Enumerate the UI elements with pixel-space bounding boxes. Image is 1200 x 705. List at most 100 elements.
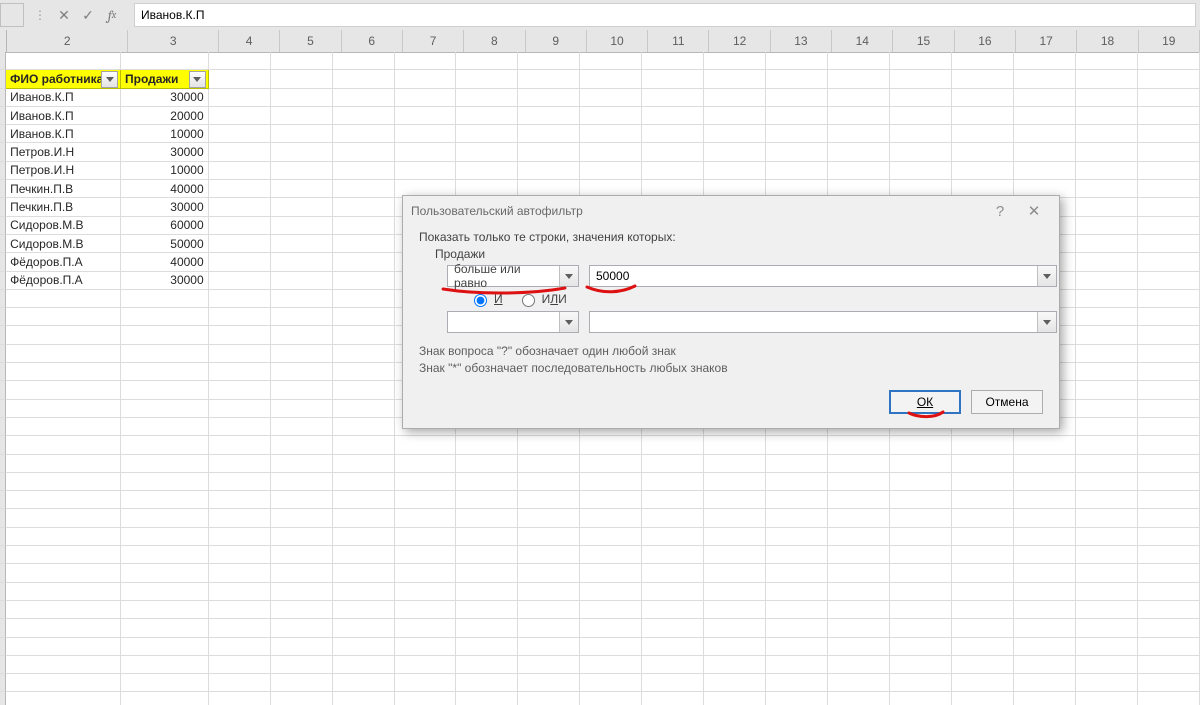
cell[interactable] — [766, 619, 828, 637]
cell[interactable] — [766, 89, 828, 107]
cell[interactable] — [952, 455, 1014, 473]
cell[interactable] — [333, 180, 395, 198]
cell[interactable] — [580, 692, 642, 705]
cell[interactable] — [828, 509, 890, 527]
cell[interactable] — [209, 363, 271, 381]
cell[interactable] — [333, 381, 395, 399]
cell[interactable] — [456, 52, 518, 70]
cell[interactable] — [518, 546, 580, 564]
cell[interactable] — [1014, 509, 1076, 527]
cell[interactable] — [1014, 125, 1076, 143]
cancel-button[interactable]: Отмена — [971, 390, 1043, 414]
cell[interactable] — [333, 564, 395, 582]
cell[interactable] — [209, 601, 271, 619]
cell[interactable] — [1076, 509, 1138, 527]
cell[interactable] — [952, 107, 1014, 125]
cell[interactable] — [6, 674, 121, 692]
cell[interactable] — [642, 436, 704, 454]
cell[interactable] — [209, 400, 271, 418]
cell[interactable]: 30000 — [121, 198, 209, 216]
cell[interactable] — [271, 509, 333, 527]
cell[interactable] — [1014, 473, 1076, 491]
cell[interactable] — [1138, 564, 1200, 582]
cell[interactable] — [766, 473, 828, 491]
name-box[interactable] — [0, 3, 24, 27]
col-header[interactable]: 6 — [342, 30, 403, 52]
cell[interactable] — [828, 125, 890, 143]
col-header[interactable]: 10 — [587, 30, 648, 52]
cell[interactable] — [1076, 528, 1138, 546]
cell[interactable] — [580, 619, 642, 637]
cell[interactable] — [580, 564, 642, 582]
cell[interactable] — [333, 253, 395, 271]
cell[interactable] — [1138, 308, 1200, 326]
cell[interactable] — [580, 601, 642, 619]
cell[interactable] — [333, 491, 395, 509]
cell[interactable] — [6, 528, 121, 546]
cell[interactable] — [6, 345, 121, 363]
cell[interactable] — [1014, 143, 1076, 161]
cell[interactable] — [271, 491, 333, 509]
cell[interactable] — [1076, 436, 1138, 454]
cell[interactable] — [271, 345, 333, 363]
cell[interactable] — [1014, 436, 1076, 454]
cell[interactable] — [518, 638, 580, 656]
cell[interactable] — [642, 473, 704, 491]
cell[interactable] — [1076, 162, 1138, 180]
cell[interactable] — [828, 162, 890, 180]
cell[interactable] — [209, 290, 271, 308]
cell[interactable] — [518, 107, 580, 125]
cell[interactable]: 20000 — [121, 107, 209, 125]
cell[interactable] — [1076, 638, 1138, 656]
cell[interactable] — [1076, 107, 1138, 125]
cell[interactable] — [1138, 89, 1200, 107]
cell[interactable] — [1014, 89, 1076, 107]
cell[interactable] — [1138, 107, 1200, 125]
cell[interactable]: 30000 — [121, 89, 209, 107]
value-input-1[interactable] — [589, 265, 1057, 287]
cell[interactable] — [642, 107, 704, 125]
cell[interactable] — [704, 52, 766, 70]
cell[interactable] — [952, 491, 1014, 509]
cell[interactable] — [828, 638, 890, 656]
cell[interactable] — [209, 656, 271, 674]
cell[interactable] — [1076, 52, 1138, 70]
cell[interactable] — [1076, 235, 1138, 253]
cell[interactable] — [6, 290, 121, 308]
cell[interactable] — [704, 89, 766, 107]
cell[interactable] — [271, 290, 333, 308]
cell[interactable] — [1076, 70, 1138, 88]
cell[interactable] — [395, 70, 457, 88]
cell[interactable] — [828, 436, 890, 454]
cell[interactable] — [890, 656, 952, 674]
col-header[interactable]: 19 — [1139, 30, 1200, 52]
cell[interactable] — [209, 436, 271, 454]
cell[interactable] — [271, 143, 333, 161]
cell[interactable] — [271, 180, 333, 198]
cell[interactable] — [642, 583, 704, 601]
cell[interactable] — [395, 143, 457, 161]
cell[interactable] — [456, 107, 518, 125]
cell[interactable] — [6, 601, 121, 619]
cell[interactable] — [121, 656, 209, 674]
cell[interactable] — [1076, 125, 1138, 143]
cell[interactable]: 9Печкин.П.В — [6, 180, 121, 198]
col-header[interactable]: 4 — [219, 30, 280, 52]
cell[interactable] — [1138, 235, 1200, 253]
cell[interactable] — [518, 674, 580, 692]
formula-input[interactable] — [134, 3, 1196, 27]
cell[interactable] — [1014, 692, 1076, 705]
cell[interactable] — [209, 381, 271, 399]
cell[interactable] — [121, 619, 209, 637]
cell[interactable] — [1138, 473, 1200, 491]
cell[interactable] — [6, 363, 121, 381]
cell[interactable] — [704, 674, 766, 692]
cell[interactable] — [271, 601, 333, 619]
cell[interactable] — [395, 638, 457, 656]
cell[interactable] — [1014, 619, 1076, 637]
cell[interactable] — [952, 528, 1014, 546]
cell[interactable] — [890, 601, 952, 619]
cell[interactable] — [395, 125, 457, 143]
cell[interactable] — [1076, 253, 1138, 271]
cell[interactable] — [209, 326, 271, 344]
